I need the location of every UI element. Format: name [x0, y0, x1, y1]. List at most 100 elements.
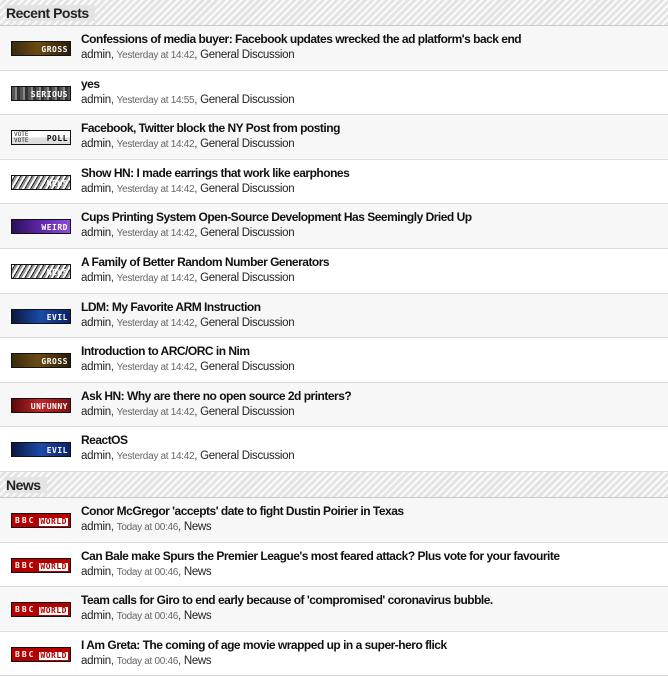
author-link[interactable]: admin: [81, 406, 111, 418]
avatar-tag: evil: [46, 446, 68, 456]
post-time: Yesterday at 14:42: [116, 183, 195, 195]
post-time: Today at 00:46: [116, 655, 179, 667]
avatar-gross[interactable]: gross: [11, 41, 71, 56]
post-time: Yesterday at 14:42: [116, 317, 195, 329]
post-title-link[interactable]: Can Bale make Spurs the Premier League's…: [81, 549, 560, 563]
post-time: Yesterday at 14:42: [116, 406, 195, 418]
post-time: Yesterday at 14:55: [116, 94, 195, 106]
forum-link[interactable]: General Discussion: [200, 317, 295, 329]
list-item: gross Introduction to ARC/ORC in Nim adm…: [0, 338, 668, 383]
avatar-tag: news: [46, 178, 68, 188]
forum-link[interactable]: General Discussion: [200, 183, 295, 195]
forum-link[interactable]: General Discussion: [200, 450, 295, 462]
author-link[interactable]: admin: [81, 655, 111, 667]
recent-posts-list: gross Confessions of media buyer: Facebo…: [0, 26, 668, 472]
list-item: gross Confessions of media buyer: Facebo…: [0, 26, 668, 71]
avatar-evil[interactable]: evil: [11, 308, 71, 324]
avatar-tag: world: [39, 561, 68, 571]
post-time: Yesterday at 14:42: [116, 272, 195, 284]
news-section: News world BBC Conor McGregor 'accepts' …: [0, 471, 668, 676]
post-time: Yesterday at 14:42: [116, 139, 195, 151]
post-title-link[interactable]: Ask HN: Why are there no open source 2d …: [81, 389, 352, 403]
forum-link[interactable]: General Discussion: [200, 94, 295, 106]
post-time: Yesterday at 14:42: [116, 228, 195, 240]
post-title-link[interactable]: A Family of Better Random Number Generat…: [81, 255, 330, 269]
author-link[interactable]: admin: [81, 566, 111, 578]
post-meta: admin, Yesterday at 14:42, General Discu…: [81, 227, 295, 240]
avatar-tag: weird: [41, 223, 68, 233]
post-time: Yesterday at 14:42: [116, 362, 195, 374]
forum-link[interactable]: General Discussion: [200, 227, 295, 239]
post-title-link[interactable]: Confessions of media buyer: Facebook upd…: [81, 32, 522, 46]
author-link[interactable]: admin: [81, 227, 111, 239]
avatar-tag: unfunny: [30, 401, 68, 411]
author-link[interactable]: admin: [81, 450, 111, 462]
post-title-link[interactable]: Introduction to ARC/ORC in Nim: [81, 344, 250, 358]
post-meta: admin, Yesterday at 14:42, General Discu…: [81, 49, 295, 61]
forum-link[interactable]: News: [184, 566, 212, 578]
post-title-link[interactable]: ReactOS: [81, 433, 128, 447]
avatar-tag: world: [39, 650, 68, 660]
news-heading: News: [0, 471, 668, 498]
avatar-world[interactable]: world BBC: [11, 602, 71, 618]
list-item: unfunny Ask HN: Why are there no open so…: [0, 382, 668, 428]
post-title-link[interactable]: Cups Printing System Open-Source Develop…: [81, 210, 472, 224]
list-item: world BBC Team calls for Giro to end ear…: [0, 587, 668, 632]
avatar-world[interactable]: world BBC: [11, 646, 71, 662]
author-link[interactable]: admin: [81, 94, 111, 106]
bbc-logo-text: BBC: [15, 605, 36, 615]
post-meta: admin, Yesterday at 14:42, General Discu…: [81, 361, 295, 374]
forum-link[interactable]: General Discussion: [200, 361, 295, 373]
post-time: Yesterday at 14:42: [116, 50, 195, 61]
avatar-world[interactable]: world BBC: [11, 512, 71, 528]
list-item: world BBC I Am Greta: The coming of age …: [0, 632, 668, 676]
post-title-link[interactable]: Conor McGregor 'accepts' date to fight D…: [81, 504, 404, 518]
news-list: world BBC Conor McGregor 'accepts' date …: [0, 497, 668, 676]
avatar-weird[interactable]: weird: [11, 219, 71, 235]
forum-link[interactable]: General Discussion: [200, 138, 295, 150]
avatar-tag: poll: [46, 134, 68, 144]
post-title-link[interactable]: Team calls for Giro to end early because…: [81, 593, 493, 607]
post-title-link[interactable]: LDM: My Favorite ARM Instruction: [81, 300, 261, 314]
author-link[interactable]: admin: [81, 317, 111, 329]
avatar-news[interactable]: news: [11, 174, 71, 190]
author-link[interactable]: admin: [81, 272, 111, 284]
list-item: evil ReactOS admin, Yesterday at 14:42, …: [0, 427, 668, 472]
avatar-gross[interactable]: gross: [11, 353, 71, 369]
post-title-link[interactable]: yes: [81, 77, 100, 91]
vote-text: VOTE: [14, 137, 29, 145]
bbc-logo-text: BBC: [15, 649, 36, 659]
post-title-link[interactable]: Facebook, Twitter block the NY Post from…: [81, 121, 340, 135]
avatar-unfunny[interactable]: unfunny: [11, 397, 71, 413]
avatar-poll[interactable]: poll VOTE VOTE: [11, 130, 71, 146]
forum-link[interactable]: News: [184, 610, 212, 622]
forum-link[interactable]: General Discussion: [200, 272, 295, 284]
author-link[interactable]: admin: [81, 138, 111, 150]
avatar-tag: serious: [30, 89, 68, 99]
forum-link[interactable]: News: [184, 521, 212, 533]
forum-link[interactable]: General Discussion: [200, 49, 295, 61]
avatar-evil[interactable]: evil: [11, 442, 71, 458]
recent-posts-section: Recent Posts gross Confessions of media …: [0, 0, 668, 472]
avatar-news[interactable]: news: [11, 263, 71, 279]
post-meta: admin, Today at 00:46, News: [81, 521, 212, 533]
author-link[interactable]: admin: [81, 183, 111, 195]
post-meta: admin, Today at 00:46, News: [81, 566, 212, 578]
author-link[interactable]: admin: [81, 49, 111, 61]
avatar-world[interactable]: world BBC: [11, 557, 71, 573]
forum-link[interactable]: News: [184, 655, 212, 667]
author-link[interactable]: admin: [81, 521, 111, 533]
author-link[interactable]: admin: [81, 361, 111, 373]
forum-link[interactable]: General Discussion: [200, 406, 295, 418]
post-meta: admin, Yesterday at 14:42, General Discu…: [81, 406, 295, 418]
avatar-serious[interactable]: serious: [11, 85, 71, 101]
post-title-link[interactable]: Show HN: I made earrings that work like …: [81, 166, 350, 180]
list-item: news Show HN: I made earrings that work …: [0, 160, 668, 205]
post-meta: admin, Today at 00:46, News: [81, 610, 212, 622]
author-link[interactable]: admin: [81, 610, 111, 622]
post-meta: admin, Yesterday at 14:42, General Discu…: [81, 317, 295, 329]
post-title-link[interactable]: I Am Greta: The coming of age movie wrap…: [81, 638, 447, 652]
list-item: world BBC Can Bale make Spurs the Premie…: [0, 543, 668, 588]
post-meta: admin, Yesterday at 14:42, General Discu…: [81, 272, 295, 284]
post-meta: admin, Yesterday at 14:42, General Discu…: [81, 450, 295, 462]
